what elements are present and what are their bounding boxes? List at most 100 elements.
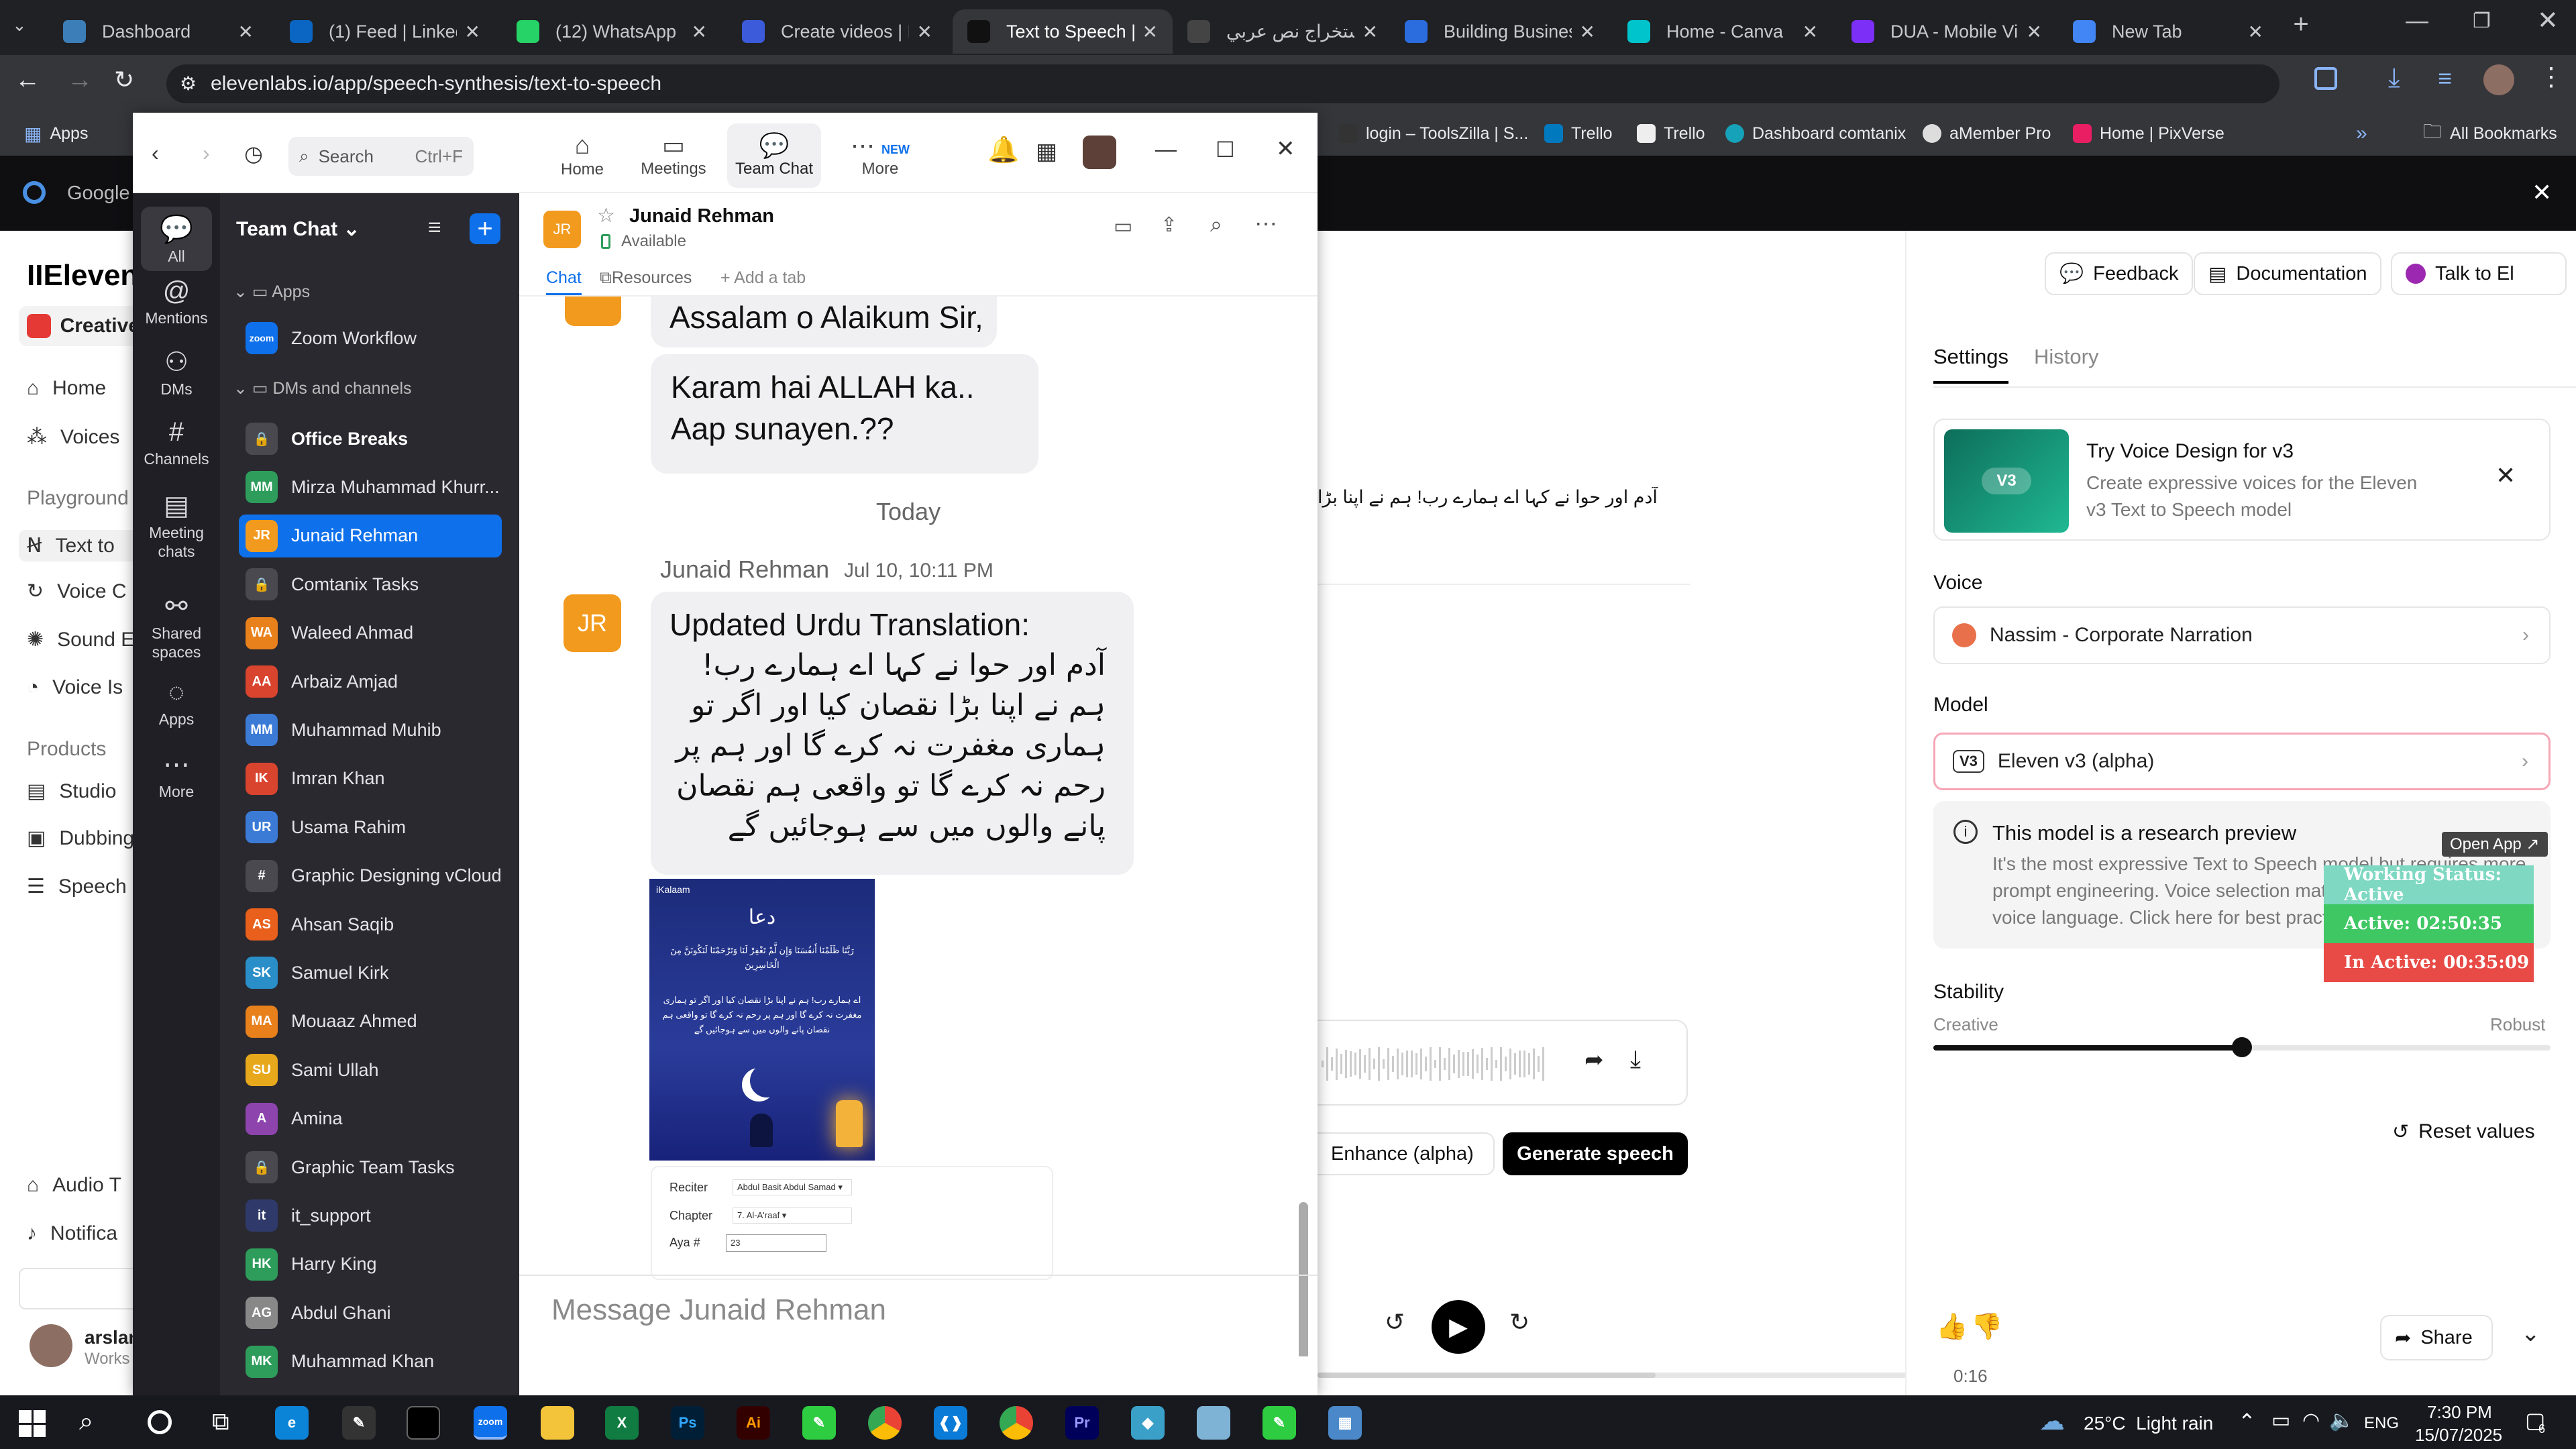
- bookmark-amember[interactable]: aMember Pro: [1923, 111, 2051, 156]
- zoom-workflow-item[interactable]: zoom Zoom Workflow: [246, 322, 417, 354]
- message-bubble[interactable]: Karam hai ALLAH ka.. Aap sunayen.??: [651, 354, 1038, 474]
- close-tab-icon[interactable]: ✕: [917, 21, 932, 43]
- forward-icon[interactable]: →: [67, 66, 93, 95]
- nav-meetings[interactable]: ▭ Meetings: [633, 131, 714, 178]
- forward-icon[interactable]: ›: [203, 141, 210, 166]
- generate-speech-button[interactable]: Generate speech: [1503, 1132, 1688, 1175]
- close-promo-icon[interactable]: ✕: [2496, 462, 2516, 490]
- rail-shared-spaces[interactable]: ⚯ Shared spaces: [133, 589, 220, 661]
- profile-avatar[interactable]: [1083, 136, 1116, 169]
- nav-home[interactable]: ⌂ Home: [27, 377, 106, 400]
- sender-avatar[interactable]: JR: [564, 594, 621, 652]
- browser-tab[interactable]: (1) Feed | LinkedIn✕: [275, 9, 495, 54]
- history-icon[interactable]: ◷: [244, 141, 263, 166]
- chat-more-icon[interactable]: ⋯: [1254, 211, 1277, 237]
- credits-box[interactable]: [19, 1268, 140, 1309]
- bookmark-comtanix[interactable]: Dashboard comtanix: [1725, 111, 1906, 156]
- dua-image-attachment[interactable]: iKalaam دعا رَبَّنَا ظَلَمْنَا أَنفُسَنَ…: [649, 879, 875, 1161]
- browser-menu-icon[interactable]: ⋮: [2538, 62, 2564, 92]
- rail-dms[interactable]: ⚇ DMs: [133, 345, 220, 398]
- browser-tab[interactable]: Building Business✕: [1390, 9, 1610, 54]
- close-tab-icon[interactable]: ✕: [2248, 21, 2263, 43]
- calculator-icon[interactable]: ▦: [1328, 1406, 1362, 1440]
- close-tab-icon[interactable]: ✕: [1142, 21, 1158, 43]
- back-icon[interactable]: ‹: [152, 141, 159, 166]
- restore-button[interactable]: ❐: [2473, 9, 2491, 33]
- nav-dubbing[interactable]: ▣ Dubbing: [27, 826, 134, 850]
- contact-item[interactable]: 🔒 Comtanix Tasks: [239, 563, 502, 606]
- contact-item[interactable]: UR Usama Rahim: [239, 806, 502, 849]
- vscode-icon[interactable]: ❰❱: [934, 1406, 967, 1440]
- browser-tab[interactable]: DUA - Mobile Vid ✕: [1837, 9, 2057, 54]
- nav-team-chat[interactable]: 💬 Team Chat: [727, 123, 821, 188]
- close-tab-icon[interactable]: ✕: [692, 21, 707, 43]
- rail-apps[interactable]: ◌ Apps: [133, 675, 220, 729]
- nav-text-to-speech[interactable]: Ꞥ Text to: [19, 530, 140, 561]
- close-tab-icon[interactable]: ✕: [1803, 21, 1818, 43]
- weather-icon[interactable]: ☁: [2039, 1406, 2065, 1436]
- feedback-button[interactable]: 💬 Feedback: [2045, 252, 2194, 295]
- zoom-close-button[interactable]: ✕: [1276, 136, 1295, 162]
- tray-chevron-icon[interactable]: ⌃: [2238, 1409, 2256, 1434]
- voice-selector[interactable]: Nassim - Corporate Narration ›: [1933, 606, 2551, 664]
- notes-icon[interactable]: [1197, 1406, 1230, 1440]
- browser-tab[interactable]: استخراج نص عربي✕: [1173, 9, 1393, 54]
- dislike-icon[interactable]: 👎: [1971, 1312, 2002, 1342]
- like-icon[interactable]: 👍: [1936, 1312, 1968, 1342]
- message-bubble[interactable]: Assalam o Alaikum Sir,: [651, 297, 997, 347]
- creative-switch[interactable]: Creative: [19, 306, 140, 346]
- nav-home[interactable]: ⌂ Home: [549, 131, 616, 179]
- more-bookmarks-chevron-icon[interactable]: »: [2356, 111, 2367, 156]
- message-composer[interactable]: Message Junaid Rehman: [551, 1293, 886, 1327]
- play-button[interactable]: ▶: [1432, 1300, 1485, 1354]
- chapter-select[interactable]: 7. Al-A'raaf ▾: [733, 1208, 852, 1224]
- enhance-button[interactable]: Enhance (alpha): [1318, 1132, 1495, 1175]
- contact-item[interactable]: AA Arbaiz Amjad: [239, 660, 502, 703]
- close-tab-icon[interactable]: ✕: [1580, 21, 1595, 43]
- search-icon[interactable]: ⌕: [79, 1407, 93, 1436]
- tab-search-icon[interactable]: ⌄: [12, 15, 27, 36]
- contact-item[interactable]: it it_support: [239, 1194, 502, 1237]
- contact-item[interactable]: A Amina: [239, 1097, 502, 1140]
- calendar-icon[interactable]: ▦: [1036, 138, 1057, 165]
- contact-item[interactable]: 🔒 Graphic Team Tasks: [239, 1146, 502, 1189]
- cortana-icon[interactable]: [148, 1410, 172, 1434]
- nav-more[interactable]: ⋯ NEW More: [847, 131, 914, 178]
- weather-text[interactable]: 25°C Light rain: [2084, 1413, 2213, 1434]
- share-screen-icon[interactable]: ⇪: [1161, 213, 1177, 237]
- apps-bookmark[interactable]: ▦ Apps: [24, 111, 88, 156]
- contact-item[interactable]: SK Samuel Kirk: [239, 951, 502, 994]
- nav-voice-isolator[interactable]: ◔ Voice Is: [27, 676, 123, 699]
- contact-item[interactable]: MM Mirza Muhammad Khurr...: [239, 466, 502, 508]
- network-icon[interactable]: ▭: [2271, 1409, 2290, 1432]
- wifi-icon[interactable]: ◠: [2302, 1409, 2320, 1432]
- contact-item[interactable]: WA Waleed Ahmad: [239, 612, 502, 655]
- photoshop-icon[interactable]: Ps: [671, 1406, 704, 1440]
- chat-search-icon[interactable]: ⌕: [1210, 212, 1222, 237]
- contact-avatar[interactable]: JR: [543, 211, 581, 248]
- chevron-down-icon[interactable]: ⌄: [2521, 1320, 2540, 1347]
- chrome-profile-icon[interactable]: [1000, 1406, 1033, 1440]
- zoom-minimize-button[interactable]: —: [1155, 137, 1177, 162]
- premiere-icon[interactable]: Pr: [1065, 1406, 1099, 1440]
- documentation-button[interactable]: ▤ Documentation: [2194, 252, 2382, 295]
- pen-icon[interactable]: ✎: [342, 1406, 376, 1440]
- download-icon[interactable]: ⤓: [2388, 63, 2400, 93]
- bookmark-toolszilla[interactable]: login – ToolsZilla | S...: [1339, 111, 1528, 156]
- zoom-search-box[interactable]: ⌕ Search Ctrl+F: [288, 137, 474, 176]
- contact-item[interactable]: JR Junaid Rehman: [239, 514, 502, 557]
- green-app-icon[interactable]: ✎: [802, 1406, 836, 1440]
- profile-avatar[interactable]: [2483, 64, 2514, 95]
- file-explorer-icon[interactable]: [541, 1406, 574, 1440]
- bookmark-trello-2[interactable]: Trello: [1637, 111, 1705, 156]
- media-icon[interactable]: ≡: [2438, 64, 2452, 93]
- reload-icon[interactable]: ↻: [114, 66, 134, 94]
- contact-item[interactable]: AG Abdul Ghani: [239, 1291, 502, 1334]
- clock-date[interactable]: 15/07/2025: [2415, 1425, 2502, 1446]
- nav-studio[interactable]: ▤ Studio: [27, 780, 116, 803]
- nav-speech[interactable]: ☰ Speech: [27, 875, 127, 898]
- close-tab-icon[interactable]: ✕: [2027, 21, 2042, 43]
- close-bar-icon[interactable]: ✕: [2532, 178, 2552, 207]
- message-bubble[interactable]: Updated Urdu Translation: آدم اور حوا نے…: [651, 592, 1134, 875]
- contact-item[interactable]: MM Muhammad Muhib: [239, 708, 502, 751]
